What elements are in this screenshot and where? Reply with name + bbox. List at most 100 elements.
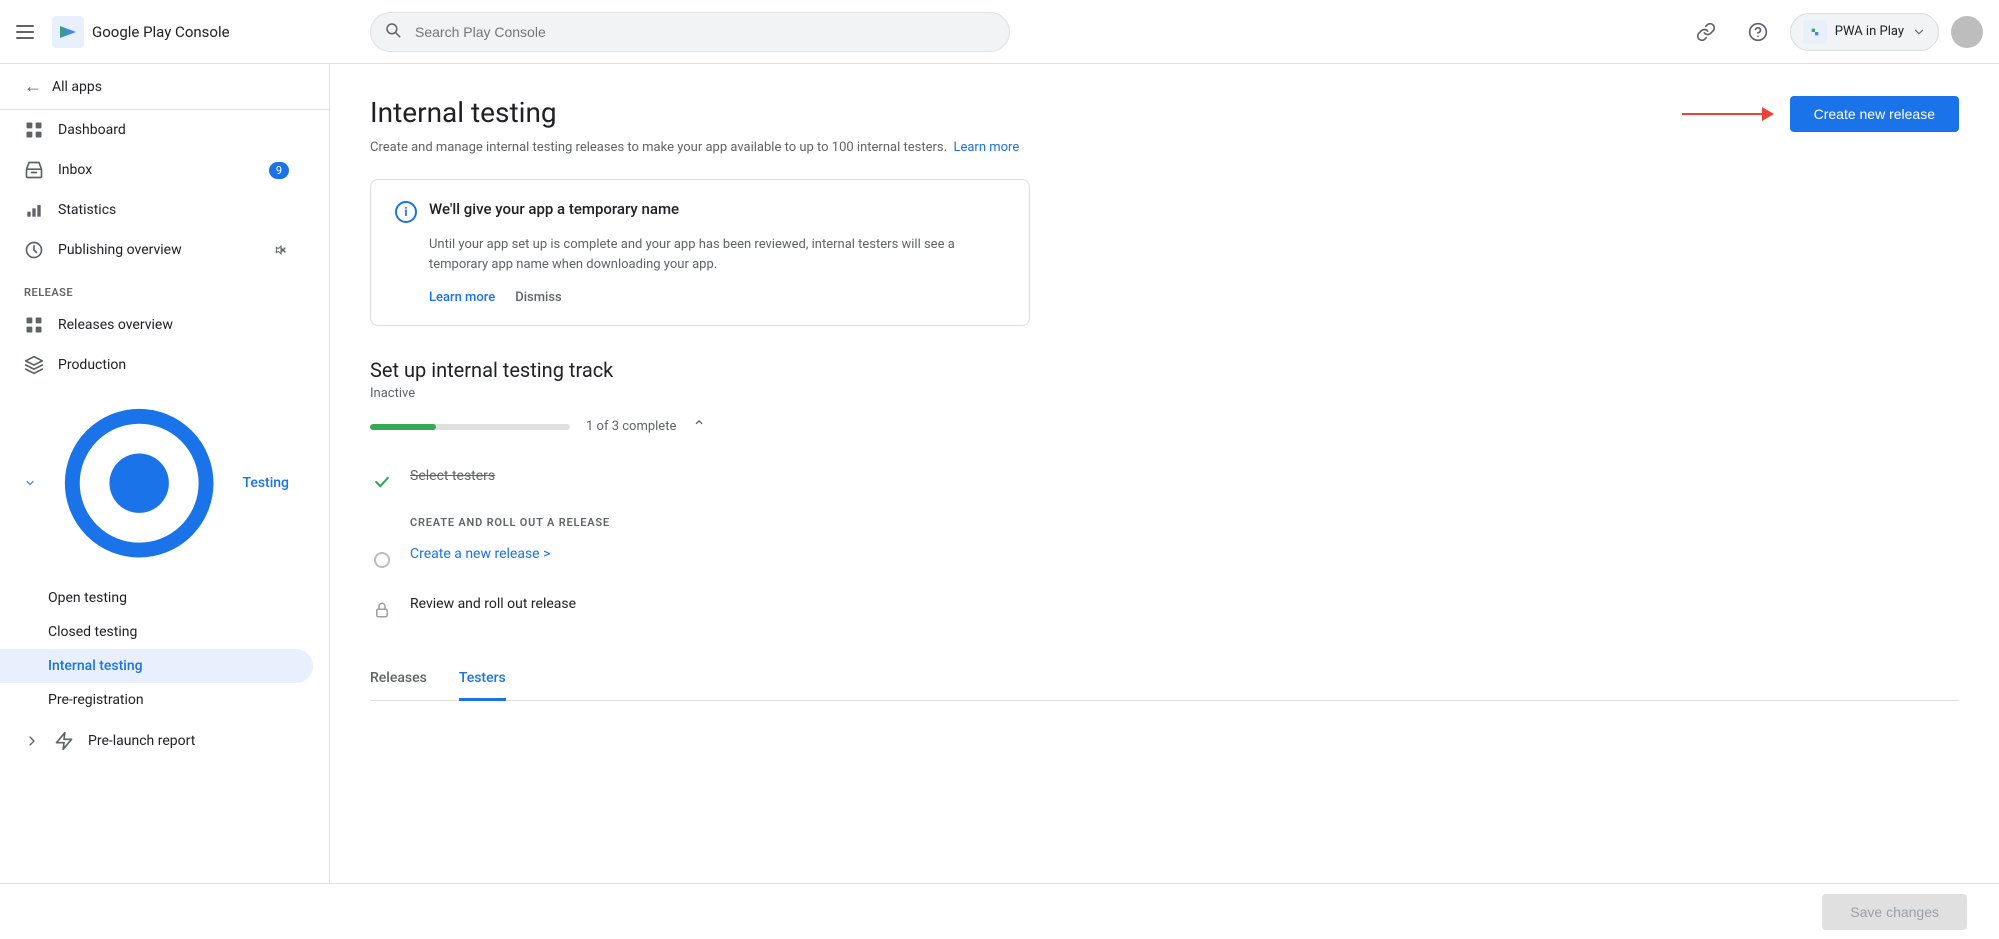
topbar-right: PWA in Play <box>1686 12 1983 52</box>
create-release-section-label: CREATE AND ROLL OUT A RELEASE <box>370 506 1959 534</box>
main-layout: ← All apps Dashboard Inbox 9 Statistics … <box>0 64 1999 883</box>
dashboard-label: Dashboard <box>58 122 126 138</box>
page-subtitle: Create and manage internal testing relea… <box>370 140 1959 155</box>
info-card: i We'll give your app a temporary name U… <box>370 179 1030 326</box>
sidebar-item-dashboard[interactable]: Dashboard <box>0 110 313 150</box>
step-check-icon <box>370 470 394 494</box>
releases-overview-icon <box>24 315 44 335</box>
testing-icon <box>50 394 228 572</box>
collapse-button[interactable]: ⌃ <box>692 417 705 436</box>
step-label-review-rollout: Review and roll out release <box>410 596 576 612</box>
topbar-left: Google Play Console <box>16 16 346 48</box>
app-chip[interactable]: PWA in Play <box>1790 13 1939 51</box>
sidebar-item-production[interactable]: Production <box>0 345 313 385</box>
statistics-label: Statistics <box>58 202 116 218</box>
statistics-icon <box>24 200 44 220</box>
pre-launch-label: Pre-launch report <box>88 733 195 749</box>
arrow-annotation <box>1682 107 1774 121</box>
dismiss-button[interactable]: Dismiss <box>515 290 562 305</box>
publishing-overview-label: Publishing overview <box>58 242 182 258</box>
sidebar-item-pre-registration[interactable]: Pre-registration <box>0 683 313 717</box>
progress-section: 1 of 3 complete ⌃ <box>370 417 1959 436</box>
content-area: Internal testing Create new release Crea… <box>330 64 1999 883</box>
footer: Save changes <box>0 883 1999 939</box>
pre-registration-label: Pre-registration <box>48 692 144 708</box>
step-label-create-release[interactable]: Create a new release > <box>410 546 550 562</box>
sidebar-item-pre-launch[interactable]: Pre-launch report <box>0 721 313 761</box>
search-icon <box>384 21 402 43</box>
info-learn-more-link[interactable]: Learn more <box>429 290 495 305</box>
progress-text: 1 of 3 complete <box>586 419 676 434</box>
search-input[interactable] <box>370 12 1010 52</box>
publishing-mute-icon <box>273 242 289 258</box>
logo-area: Google Play Console <box>52 16 230 48</box>
sidebar-item-testing[interactable]: Testing <box>0 385 313 581</box>
app-chip-name: PWA in Play <box>1835 24 1904 39</box>
avatar[interactable] <box>1951 16 1983 48</box>
search-bar <box>370 12 1662 52</box>
step-content-select-testers: Select testers <box>410 468 1959 484</box>
expand-icon <box>24 474 36 492</box>
chevron-down-icon <box>1912 25 1926 39</box>
page-title: Internal testing <box>370 96 557 129</box>
chevron-right-icon <box>24 733 40 749</box>
inbox-label: Inbox <box>58 162 92 178</box>
info-card-actions: Learn more Dismiss <box>395 290 1005 305</box>
page-header: Internal testing Create new release <box>370 96 1959 132</box>
sidebar-item-closed-testing[interactable]: Closed testing <box>0 615 313 649</box>
inbox-badge: 9 <box>269 162 289 179</box>
sidebar: ← All apps Dashboard Inbox 9 Statistics … <box>0 64 330 883</box>
step-content-review-rollout: Review and roll out release <box>410 596 1959 612</box>
logo-text: Google Play Console <box>92 23 230 41</box>
release-section-label: Release <box>0 270 329 305</box>
arrow-line <box>1682 113 1762 115</box>
testing-label: Testing <box>242 475 289 491</box>
save-changes-button[interactable]: Save changes <box>1822 894 1967 930</box>
sidebar-item-publishing-overview[interactable]: Publishing overview <box>0 230 313 270</box>
tab-releases[interactable]: Releases <box>370 658 427 701</box>
steps-list: Select testers CREATE AND ROLL OUT A REL… <box>370 456 1959 634</box>
link-icon <box>1696 22 1716 42</box>
step-select-testers: Select testers <box>370 456 1959 506</box>
step-content-create-release: Create a new release > <box>410 546 1959 562</box>
app-chip-icon <box>1803 20 1827 44</box>
progress-bar-fill <box>370 424 436 430</box>
pre-launch-icon <box>54 731 74 751</box>
help-icon-button[interactable] <box>1738 12 1778 52</box>
learn-more-link[interactable]: Learn more <box>953 140 1019 155</box>
production-label: Production <box>58 357 126 373</box>
dashboard-icon <box>24 120 44 140</box>
step-create-release[interactable]: Create a new release > <box>370 534 1959 584</box>
topbar: Google Play Console PWA in Play <box>0 0 1999 64</box>
all-apps-label: All apps <box>52 79 102 95</box>
arrow-head <box>1762 107 1774 121</box>
production-icon <box>24 355 44 375</box>
sidebar-item-releases-overview[interactable]: Releases overview <box>0 305 313 345</box>
tab-testers[interactable]: Testers <box>459 658 506 701</box>
closed-testing-label: Closed testing <box>48 624 137 640</box>
setup-status: Inactive <box>370 386 1959 401</box>
internal-testing-label: Internal testing <box>48 658 143 674</box>
progress-bar <box>370 424 570 430</box>
all-apps-button[interactable]: ← All apps <box>0 64 329 110</box>
sidebar-item-statistics[interactable]: Statistics <box>0 190 313 230</box>
help-icon <box>1748 22 1768 42</box>
play-console-logo-icon <box>52 16 84 48</box>
step-label-select-testers: Select testers <box>410 468 495 484</box>
sidebar-item-open-testing[interactable]: Open testing <box>0 581 313 615</box>
create-new-release-button[interactable]: Create new release <box>1790 96 1959 132</box>
sidebar-item-inbox[interactable]: Inbox 9 <box>0 150 313 190</box>
info-card-body: Until your app set up is complete and yo… <box>395 235 1005 274</box>
setup-title: Set up internal testing track <box>370 358 1959 382</box>
sidebar-item-internal-testing[interactable]: Internal testing <box>0 649 313 683</box>
step-lock-icon <box>370 598 394 622</box>
link-icon-button[interactable] <box>1686 12 1726 52</box>
publishing-overview-icon <box>24 240 44 260</box>
info-circle-icon: i <box>395 201 417 223</box>
open-testing-label: Open testing <box>48 590 127 606</box>
step-circle-icon <box>370 548 394 572</box>
menu-button[interactable] <box>16 20 40 44</box>
back-arrow-icon: ← <box>24 76 42 97</box>
header-actions: Create new release <box>1682 96 1959 132</box>
info-card-title: We'll give your app a temporary name <box>429 200 679 218</box>
